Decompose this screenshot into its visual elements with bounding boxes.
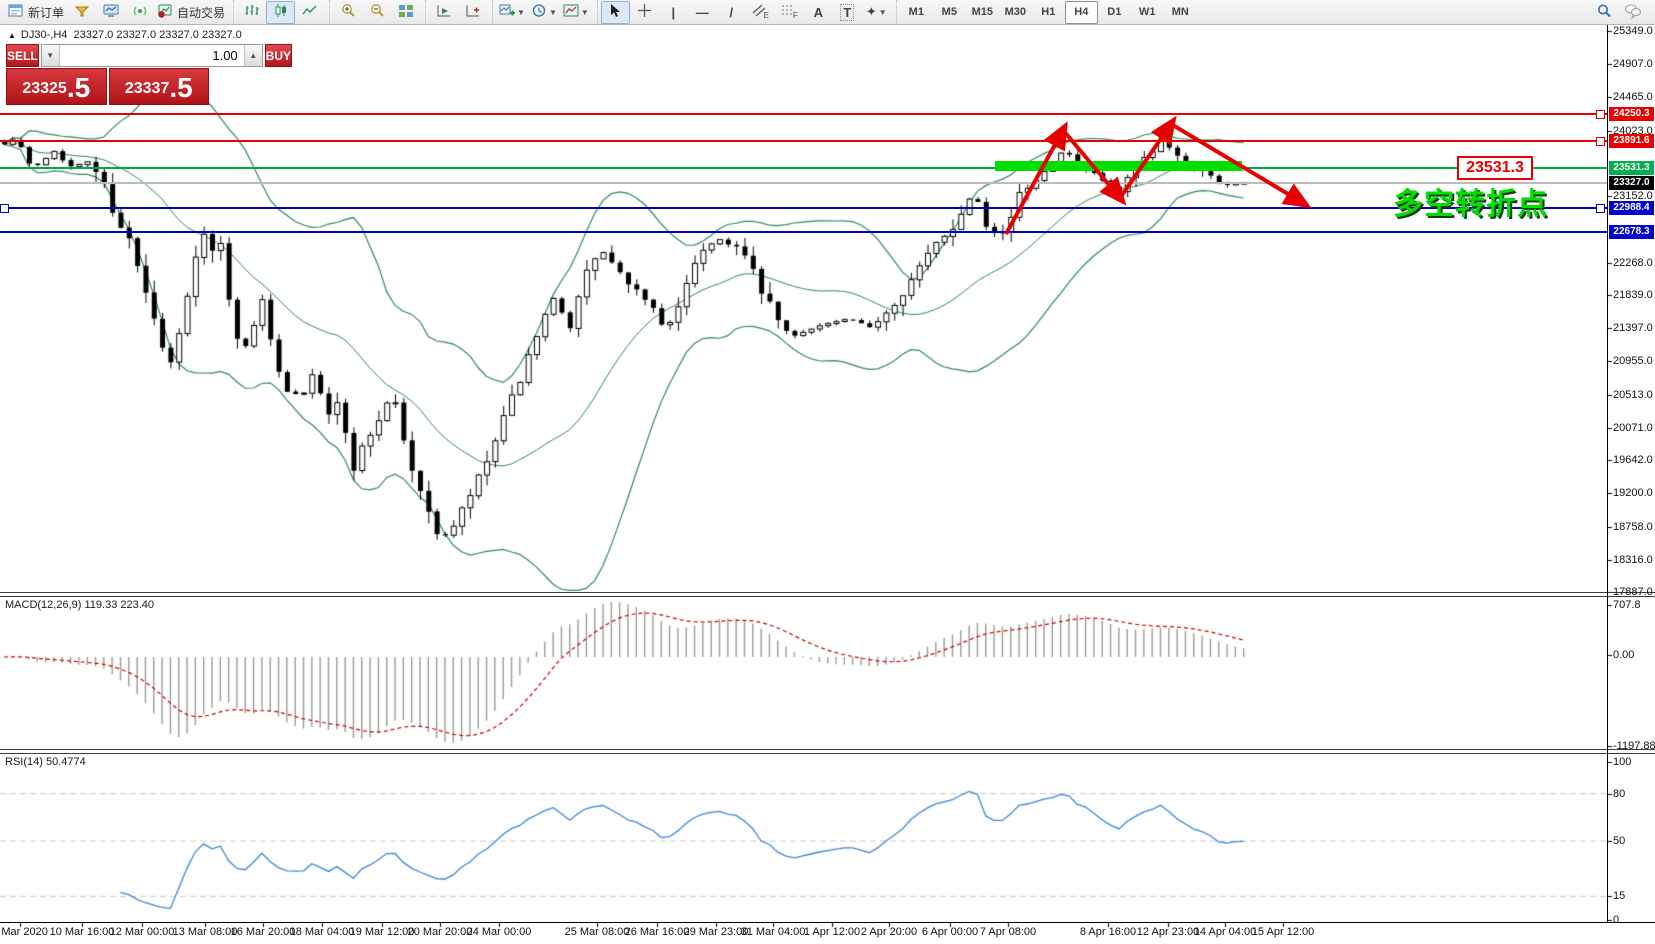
time-label: 8 Apr 16:00 (1080, 926, 1136, 938)
chart-canvas[interactable] (0, 0, 1655, 944)
buy-button[interactable]: BUY (265, 44, 292, 67)
level-line-23891.6[interactable] (0, 140, 1607, 142)
time-label: 18 Mar 04:00 (290, 926, 355, 938)
rsi-header: RSI(14) 50.4774 (5, 756, 86, 768)
time-label: 9 Mar 2020 (0, 926, 48, 938)
time-label: 2 Apr 20:00 (861, 926, 917, 938)
symbol-period-label: DJ30-,H4 (21, 29, 67, 41)
time-label: 10 Mar 16:00 (50, 926, 115, 938)
price-tag-23327.0: 23327.0 (1609, 176, 1654, 190)
time-axis-line (0, 922, 1655, 923)
price-tick-label: 21839.0 (1613, 289, 1653, 301)
level-line-22678.3[interactable] (0, 231, 1607, 233)
rsi-value: 50.4774 (46, 756, 86, 768)
line-anchor[interactable] (1596, 137, 1605, 146)
line-anchor[interactable] (1596, 110, 1605, 119)
time-label: 31 Mar 04:00 (741, 926, 806, 938)
price-tag-23531.3: 23531.3 (1609, 161, 1654, 175)
ask-price: 23337 (125, 76, 170, 102)
price-axis-border (1607, 25, 1608, 922)
level-line-24250.3[interactable] (0, 113, 1607, 115)
time-label: 12 Apr 23:00 (1137, 926, 1199, 938)
time-label: 19 Mar 12:00 (350, 926, 415, 938)
price-tick-label: 20513.0 (1613, 389, 1653, 401)
time-label: 26 Mar 16:00 (625, 926, 690, 938)
rsi-axis-label: 0 (1613, 914, 1619, 926)
macd-header: MACD(12,26,9) 119.33 223.40 (5, 599, 154, 611)
rsi-pane-separator[interactable] (0, 749, 1655, 754)
macd-axis-label: 707.8 (1613, 599, 1641, 611)
volume-decrease-button[interactable]: ▼ (42, 45, 60, 66)
price-tick-label: 20955.0 (1613, 355, 1653, 367)
time-label: 12 Mar 00:00 (110, 926, 175, 938)
price-tick-label: 18316.0 (1613, 554, 1653, 566)
chart-ohlc-header: ▲ DJ30-,H4 23327.0 23327.0 23327.0 23327.… (8, 29, 242, 41)
price-tick-label: 18758.0 (1613, 521, 1653, 533)
time-label: 14 Apr 04:00 (1194, 926, 1256, 938)
mt4-terminal: 新订单 自动交易 (0, 0, 1655, 944)
support-zone[interactable] (995, 161, 1242, 171)
price-tick-label: 24465.0 (1613, 91, 1653, 103)
line-anchor[interactable] (1596, 204, 1605, 213)
level-line-23327[interactable] (0, 182, 1607, 184)
bid-price: 23325 (22, 76, 67, 102)
ask-price-fraction: .5 (169, 74, 192, 102)
time-label: 20 Mar 20:00 (408, 926, 473, 938)
price-tag-24250.3: 24250.3 (1609, 107, 1654, 121)
volume-spinner: ▼ ▲ (41, 44, 263, 67)
sell-button[interactable]: SELL (6, 44, 39, 67)
price-level-box[interactable]: 23531.3 (1457, 156, 1533, 180)
macd-axis-label: -1197.88 (1613, 740, 1655, 752)
price-tag-22678.3: 22678.3 (1609, 225, 1654, 239)
rsi-axis-label: 100 (1613, 756, 1631, 768)
time-label: 29 Mar 23:00 (684, 926, 749, 938)
turning-point-text[interactable]: 多空转折点 (1393, 179, 1548, 223)
buy-price-panel[interactable]: 23337 .5 (109, 68, 210, 105)
time-label: 1 Apr 12:00 (804, 926, 860, 938)
price-tick-label: 24907.0 (1613, 58, 1653, 70)
bid-price-fraction: .5 (67, 74, 90, 102)
price-tick-label: 19642.0 (1613, 454, 1653, 466)
time-label: 24 Mar 00:00 (467, 926, 532, 938)
line-anchor[interactable] (0, 204, 9, 213)
time-label: 16 Mar 20:00 (231, 926, 296, 938)
time-label: 13 Mar 08:00 (173, 926, 238, 938)
ohlc-values: 23327.0 23327.0 23327.0 23327.0 (74, 29, 242, 41)
time-label: 15 Apr 12:00 (1252, 926, 1314, 938)
macd-title: MACD(12,26,9) (5, 599, 81, 611)
collapse-icon[interactable]: ▲ (8, 31, 16, 40)
rsi-axis-label: 15 (1613, 890, 1625, 902)
one-click-trading-panel: SELL ▼ ▲ BUY 23325 .5 23337 .5 (6, 44, 209, 105)
price-tick-label: 25349.0 (1613, 25, 1653, 37)
price-tick-label: 22268.0 (1613, 257, 1653, 269)
price-tag-22988.4: 22988.4 (1609, 201, 1654, 215)
macd-axis-label: 0.00 (1613, 649, 1634, 661)
time-label: 6 Apr 00:00 (922, 926, 978, 938)
price-tag-23891.6: 23891.6 (1609, 134, 1654, 148)
level-line-22988.4[interactable] (0, 207, 1607, 209)
price-tick-label: 20071.0 (1613, 422, 1653, 434)
rsi-title: RSI(14) (5, 756, 43, 768)
volume-increase-button[interactable]: ▲ (244, 45, 262, 66)
price-tick-label: 23152.0 (1613, 190, 1653, 202)
time-label: 25 Mar 08:00 (565, 926, 630, 938)
rsi-axis-label: 50 (1613, 835, 1625, 847)
sell-price-panel[interactable]: 23325 .5 (6, 68, 107, 105)
macd-values: 119.33 223.40 (84, 599, 154, 611)
time-label: 7 Apr 08:00 (980, 926, 1036, 938)
macd-pane-separator[interactable] (0, 592, 1655, 597)
level-line-23531.3[interactable] (0, 167, 1607, 169)
price-tick-label: 17887.0 (1613, 586, 1653, 598)
rsi-axis-label: 80 (1613, 788, 1625, 800)
price-tick-label: 19200.0 (1613, 487, 1653, 499)
price-tick-label: 21397.0 (1613, 322, 1653, 334)
volume-input[interactable] (60, 45, 244, 66)
